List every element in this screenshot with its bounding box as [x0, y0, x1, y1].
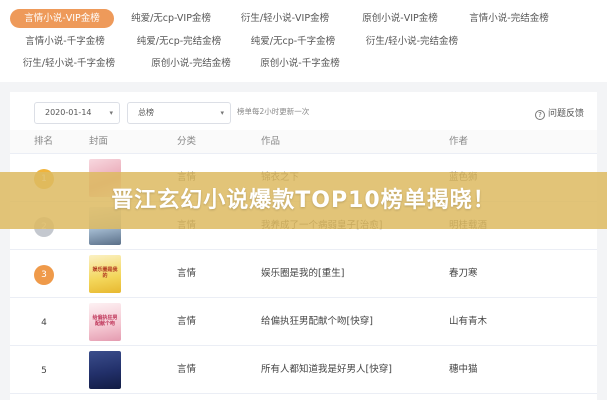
author-link[interactable]: 山有青木 — [449, 298, 487, 346]
tab-fanfic-vip[interactable]: 衍生/轻小说-VIP金榜 — [233, 9, 337, 28]
question-icon: ? — [535, 110, 545, 120]
date-select[interactable]: 2020-01-14 ▾ — [34, 102, 120, 124]
header-author: 作者 — [449, 136, 469, 147]
title-link[interactable]: 给偏执狂男配献个吻[快穿] — [261, 298, 373, 346]
board-value: 总榜 — [138, 108, 154, 117]
book-cover[interactable]: 给偏执狂男配献个吻 — [89, 303, 121, 341]
header-rank: 排名 — [34, 136, 54, 147]
caret-down-icon: ▾ — [220, 109, 224, 117]
title-link[interactable]: 娱乐圈是我的[重生] — [261, 250, 344, 298]
header-title: 作品 — [261, 136, 281, 147]
author-link[interactable]: 春刀寒 — [449, 250, 478, 298]
feedback-label: 问题反馈 — [548, 109, 585, 119]
tab-romance-complete[interactable]: 言情小说-完结金榜 — [461, 9, 557, 28]
table-row[interactable]: 4 给偏执狂男配献个吻 言情 给偏执狂男配献个吻[快穿] 山有青木 — [10, 298, 597, 346]
banner-title: 晋江玄幻小说爆款TOP10榜单揭晓！ — [111, 188, 496, 213]
category-cell: 言情 — [177, 364, 197, 375]
author-link[interactable]: 穗中猫 — [449, 346, 478, 394]
tab-fanfic-complete[interactable]: 衍生/轻小说-完结金榜 — [358, 32, 466, 51]
cover-title: 给偏执狂男配献个吻 — [92, 315, 118, 327]
book-cover[interactable]: 娱乐圈是我的 — [89, 255, 121, 293]
feedback-link[interactable]: ? 问题反馈 — [535, 106, 584, 120]
date-value: 2020-01-14 — [45, 108, 92, 117]
board-select[interactable]: 总榜 ▾ — [127, 102, 231, 124]
tab-bl-complete[interactable]: 纯爱/无cp-完结金榜 — [127, 32, 231, 51]
category-cell: 言情 — [177, 268, 197, 279]
category-cell: 言情 — [177, 316, 197, 327]
title-link[interactable]: 所有人都知道我是好男人[快穿] — [261, 346, 392, 394]
table-row[interactable]: 3 娱乐圈是我的 言情 娱乐圈是我的[重生] 春刀寒 — [10, 250, 597, 298]
rank-number: 4 — [41, 318, 47, 328]
book-cover[interactable] — [89, 351, 121, 389]
update-hint: 榜单每2小时更新一次 — [237, 107, 310, 116]
tab-bl-perk[interactable]: 纯爱/无cp-千字金榜 — [243, 32, 343, 51]
tab-bl-vip[interactable]: 纯爱/无cp-VIP金榜 — [121, 9, 221, 28]
table-row[interactable]: 5 言情 所有人都知道我是好男人[快穿] 穗中猫 — [10, 346, 597, 394]
tab-original-perk[interactable]: 原创小说-千字金榜 — [252, 54, 348, 73]
tab-fanfic-perk[interactable]: 衍生/轻小说-千字金榜 — [17, 54, 121, 73]
header-category: 分类 — [177, 136, 197, 147]
tab-original-complete[interactable]: 原创小说-完结金榜 — [141, 54, 241, 73]
rank-number: 5 — [41, 366, 47, 376]
cover-title: 娱乐圈是我的 — [92, 267, 118, 279]
tab-original-vip[interactable]: 原创小说-VIP金榜 — [352, 9, 448, 28]
caret-down-icon: ▾ — [109, 109, 113, 117]
ranking-panel: 2020-01-14 ▾ 总榜 ▾ 榜单每2小时更新一次 ? 问题反馈 排名 封面… — [10, 92, 597, 400]
category-tabs: 言情小说-VIP金榜 纯爱/无cp-VIP金榜 衍生/轻小说-VIP金榜 原创小… — [0, 0, 607, 82]
tab-romance-vip[interactable]: 言情小说-VIP金榜 — [10, 9, 114, 28]
overlay-banner: 晋江玄幻小说爆款TOP10榜单揭晓！ — [0, 172, 607, 229]
rank-badge-bronze: 3 — [34, 265, 54, 285]
header-cover: 封面 — [89, 136, 109, 147]
tab-romance-perk[interactable]: 言情小说-千字金榜 — [17, 32, 113, 51]
table-header: 排名 封面 分类 作品 作者 — [10, 130, 597, 154]
